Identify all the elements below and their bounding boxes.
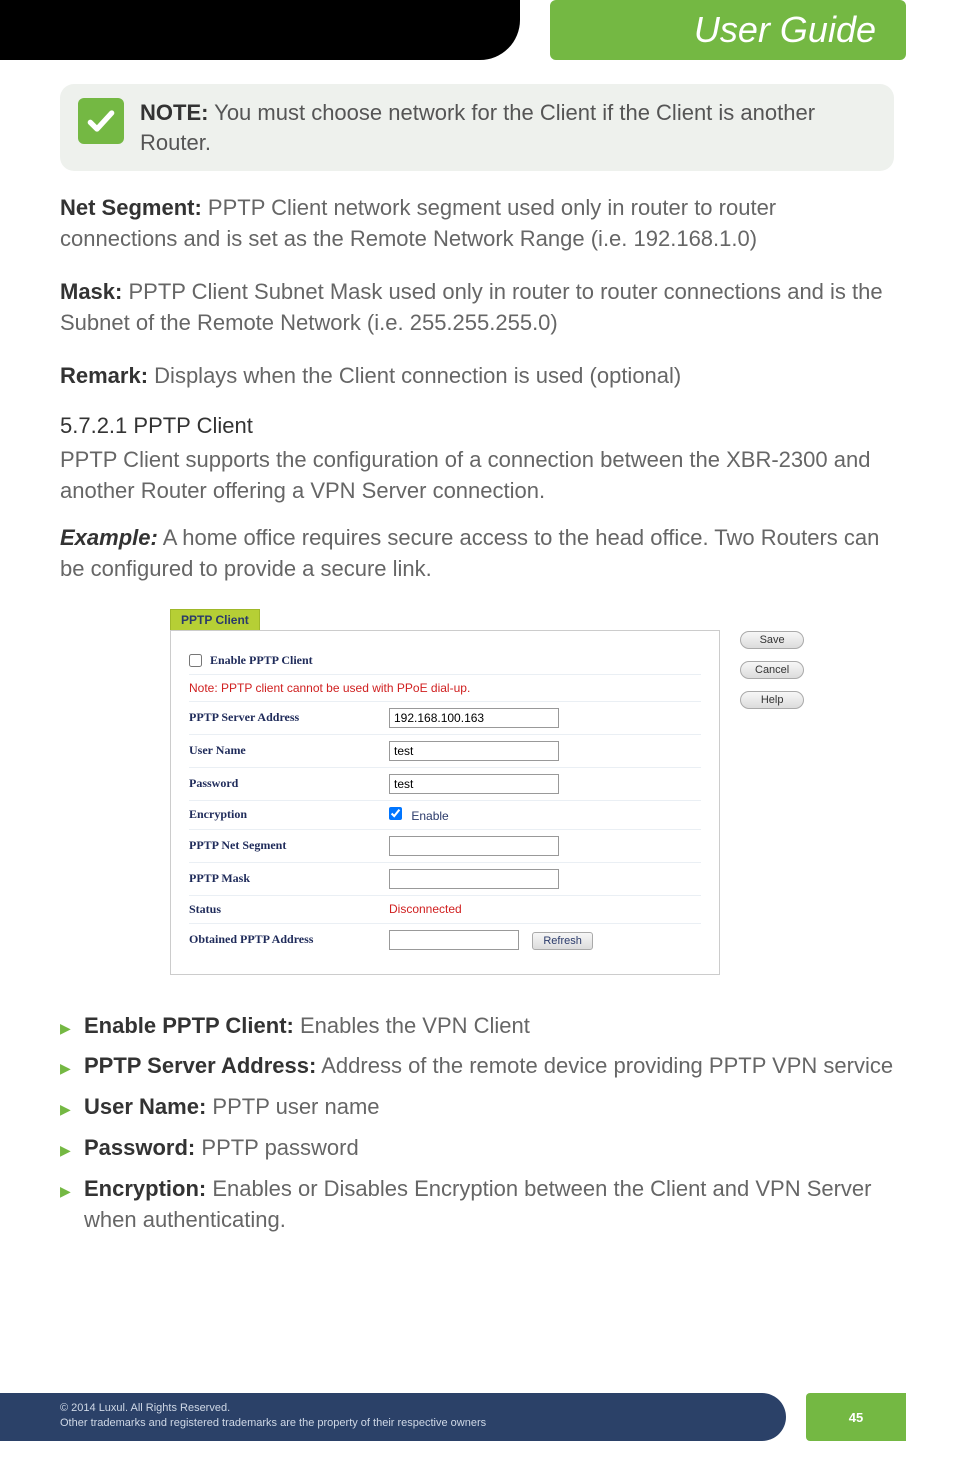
example-label: Example: <box>60 525 158 550</box>
bullet-label: Password: <box>84 1135 195 1160</box>
header-right-block: User Guide <box>550 0 906 60</box>
section-heading: 5.7.2.1 PPTP Client <box>60 413 894 439</box>
net-segment-label: Net Segment: <box>60 195 202 220</box>
bullet-label: PPTP Server Address: <box>84 1053 316 1078</box>
note-callout: NOTE: You must choose network for the Cl… <box>60 84 894 171</box>
footer: © 2014 Luxul. All Rights Reserved. Other… <box>0 1393 954 1441</box>
mask-label: Mask: <box>60 279 122 304</box>
bullet-list: ▶ Enable PPTP Client: Enables the VPN Cl… <box>60 1011 894 1236</box>
header-left-block <box>0 0 520 60</box>
pptp-screenshot: PPTP Client Enable PPTP Client Note: PPT… <box>170 609 890 975</box>
mask-text: PPTP Client Subnet Mask used only in rou… <box>60 279 883 335</box>
netseg-row: PPTP Net Segment <box>189 830 701 863</box>
page-number: 45 <box>806 1393 906 1441</box>
list-item: ▶ Encryption: Enables or Disables Encryp… <box>60 1174 894 1236</box>
note-label: NOTE: <box>140 100 208 125</box>
checkmark-icon <box>78 98 124 144</box>
obtained-row: Obtained PPTP Address Refresh <box>189 924 701 956</box>
arrow-icon: ▶ <box>60 1182 74 1202</box>
enable-label: Enable PPTP Client <box>210 653 313 668</box>
netseg-input[interactable] <box>389 836 559 856</box>
arrow-icon: ▶ <box>60 1019 74 1039</box>
footer-text: © 2014 Luxul. All Rights Reserved. Other… <box>0 1393 786 1441</box>
example-text: A home office requires secure access to … <box>60 525 879 581</box>
panel-warning: Note: PPTP client cannot be used with PP… <box>189 675 701 702</box>
bullet-text: PPTP password <box>201 1135 358 1160</box>
server-label: PPTP Server Address <box>189 710 389 725</box>
encryption-label: Encryption <box>189 807 389 822</box>
list-item: ▶ Enable PPTP Client: Enables the VPN Cl… <box>60 1011 894 1042</box>
server-input[interactable] <box>389 708 559 728</box>
pptp-panel: PPTP Client Enable PPTP Client Note: PPT… <box>170 609 720 975</box>
password-row: Password <box>189 768 701 801</box>
bullet-label: Enable PPTP Client: <box>84 1013 294 1038</box>
pptp-mask-label: PPTP Mask <box>189 871 389 886</box>
help-button[interactable]: Help <box>740 691 804 709</box>
arrow-icon: ▶ <box>60 1059 74 1079</box>
net-segment-para: Net Segment: PPTP Client network segment… <box>60 193 894 255</box>
panel-side-buttons: Save Cancel Help <box>740 609 804 709</box>
bullet-label: Encryption: <box>84 1176 206 1201</box>
note-body: You must choose network for the Client i… <box>140 100 815 155</box>
arrow-icon: ▶ <box>60 1100 74 1120</box>
bullet-text: PPTP user name <box>212 1094 379 1119</box>
obtained-input[interactable] <box>389 930 519 950</box>
encryption-checkbox[interactable] <box>389 807 402 820</box>
panel-tab[interactable]: PPTP Client <box>170 609 260 630</box>
remark-text: Displays when the Client connection is u… <box>154 363 681 388</box>
remark-label: Remark: <box>60 363 148 388</box>
password-input[interactable] <box>389 774 559 794</box>
netseg-label: PPTP Net Segment <box>189 838 389 853</box>
encryption-row: Encryption Enable <box>189 801 701 830</box>
list-item: ▶ Password: PPTP password <box>60 1133 894 1164</box>
refresh-button[interactable]: Refresh <box>532 932 593 950</box>
save-button[interactable]: Save <box>740 631 804 649</box>
arrow-icon: ▶ <box>60 1141 74 1161</box>
section-desc: PPTP Client supports the configuration o… <box>60 445 894 507</box>
list-item: ▶ PPTP Server Address: Address of the re… <box>60 1051 894 1082</box>
status-row: Status Disconnected <box>189 896 701 924</box>
status-value: Disconnected <box>389 902 701 916</box>
status-label: Status <box>189 902 389 917</box>
footer-line2: Other trademarks and registered trademar… <box>60 1416 770 1431</box>
cancel-button[interactable]: Cancel <box>740 661 804 679</box>
bullet-text: Address of the remote device providing P… <box>321 1053 893 1078</box>
user-label: User Name <box>189 743 389 758</box>
mask-para: Mask: PPTP Client Subnet Mask used only … <box>60 277 894 339</box>
user-row: User Name <box>189 735 701 768</box>
pptp-mask-row: PPTP Mask <box>189 863 701 896</box>
bullet-label: User Name: <box>84 1094 206 1119</box>
enable-checkbox[interactable] <box>189 654 202 667</box>
note-text: NOTE: You must choose network for the Cl… <box>140 98 874 157</box>
footer-line1: © 2014 Luxul. All Rights Reserved. <box>60 1401 770 1416</box>
user-input[interactable] <box>389 741 559 761</box>
server-row: PPTP Server Address <box>189 702 701 735</box>
password-label: Password <box>189 776 389 791</box>
list-item: ▶ User Name: PPTP user name <box>60 1092 894 1123</box>
remark-para: Remark: Displays when the Client connect… <box>60 361 894 392</box>
header-bar: User Guide <box>0 0 954 60</box>
obtained-label: Obtained PPTP Address <box>189 932 389 947</box>
enable-row: Enable PPTP Client <box>189 647 701 675</box>
example-para: Example: A home office requires secure a… <box>60 523 894 585</box>
bullet-text: Enables the VPN Client <box>300 1013 530 1038</box>
encryption-value: Enable <box>411 809 448 823</box>
pptp-mask-input[interactable] <box>389 869 559 889</box>
page-title: User Guide <box>694 9 876 51</box>
